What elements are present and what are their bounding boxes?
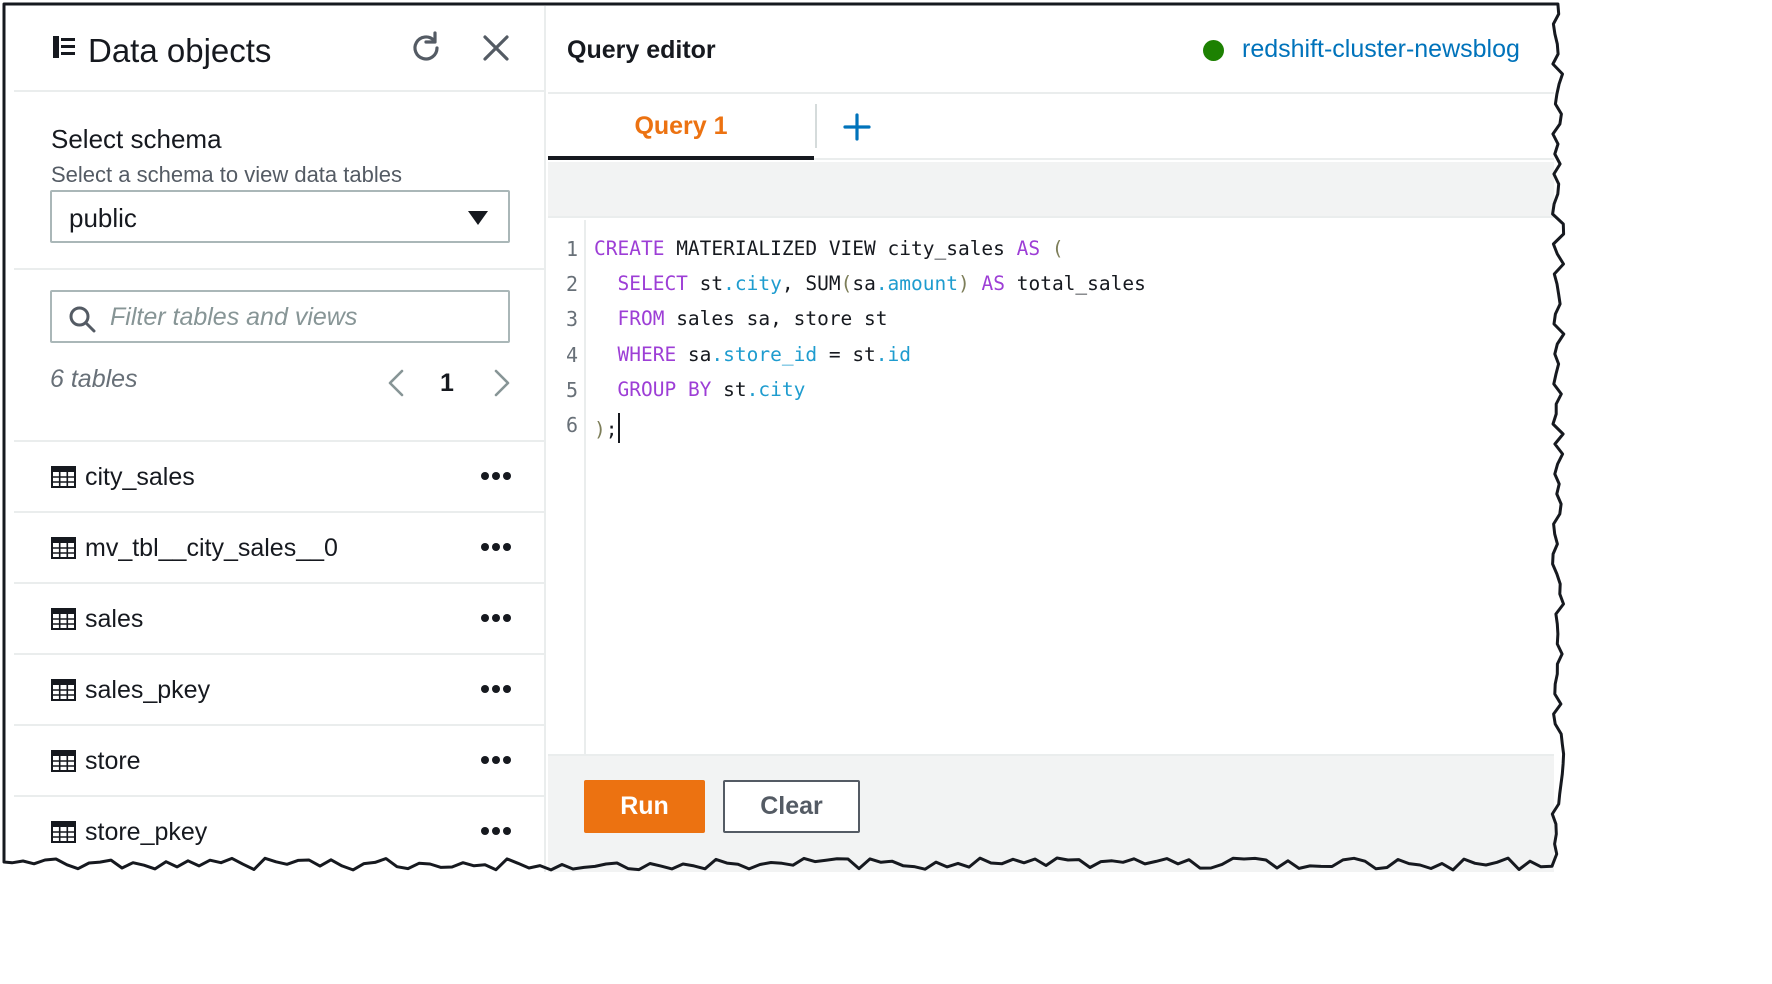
caret-down-icon: [468, 211, 488, 225]
more-actions-icon[interactable]: [480, 612, 512, 624]
query-editor-title: Query editor: [567, 36, 716, 64]
cluster-status-dot: [1203, 40, 1224, 61]
code-line: GROUP BY st.city: [617, 378, 806, 401]
code-line: CREATE MATERIALIZED VIEW city_sales AS (: [594, 237, 1064, 260]
editor-toolbar-strip: [548, 162, 1554, 218]
table-name: store_pkey: [85, 818, 208, 846]
code-line: SELECT st.city, SUM(sa.amount) AS total_…: [617, 272, 1146, 295]
table-icon: [51, 679, 76, 701]
table-row[interactable]: store_pkey: [14, 795, 544, 866]
filter-search-box: [50, 290, 510, 343]
data-objects-panel: Data objects Select schema Select a sche…: [14, 6, 546, 970]
table-icon: [51, 608, 76, 630]
table-name: sales: [85, 605, 144, 633]
schema-selected-value: public: [69, 203, 137, 233]
data-objects-icon: [53, 36, 75, 58]
tab-divider: [815, 104, 817, 148]
line-number-gutter: 1 2 3 4 5 6: [548, 220, 586, 754]
line-number: 5: [565, 378, 578, 402]
table-row[interactable]: store: [14, 724, 544, 795]
run-button[interactable]: Run: [584, 780, 705, 833]
filter-tables-input[interactable]: [110, 300, 500, 334]
clear-button[interactable]: Clear: [723, 780, 860, 833]
screenshot-frame: Data objects Select schema Select a sche…: [0, 0, 1772, 984]
line-number: 2: [565, 272, 578, 296]
editor-actions-bar: Run Clear: [548, 754, 1554, 970]
data-objects-header: Data objects: [14, 6, 544, 92]
refresh-icon[interactable]: [406, 28, 446, 68]
line-number: 3: [565, 307, 578, 331]
table-row[interactable]: mv_tbl__city_sales__0: [14, 511, 544, 582]
add-query-tab-icon[interactable]: [842, 112, 872, 142]
data-objects-title: Data objects: [88, 32, 272, 69]
table-row[interactable]: city_sales: [14, 440, 544, 511]
table-name: sales_pkey: [85, 676, 211, 704]
tab-label: Query 1: [634, 112, 728, 140]
table-name: city_sales: [85, 463, 195, 491]
more-actions-icon[interactable]: [480, 541, 512, 553]
table-name: store: [85, 747, 141, 775]
line-number: 4: [565, 343, 578, 367]
schema-select[interactable]: public: [50, 190, 510, 243]
query-tabs-bar: Query 1: [548, 92, 1554, 160]
table-row[interactable]: sales_pkey: [14, 653, 544, 724]
table-row[interactable]: sales: [14, 582, 544, 653]
close-icon[interactable]: [476, 28, 516, 68]
code-line: WHERE sa.store_id = st.id: [617, 343, 912, 366]
schema-label: Select schema: [51, 124, 222, 154]
table-icon: [51, 821, 76, 843]
more-actions-icon[interactable]: [480, 754, 512, 766]
tab-query-1[interactable]: Query 1: [548, 94, 814, 160]
chevron-left-icon[interactable]: [384, 368, 408, 398]
sql-editor[interactable]: 1 2 3 4 5 6 CREATE MATERIALIZED VIEW cit…: [548, 220, 1554, 754]
table-name: mv_tbl__city_sales__0: [85, 534, 338, 562]
code-line: );: [594, 413, 620, 443]
schema-description: Select a schema to view data tables: [51, 162, 402, 187]
line-number: 1: [565, 237, 578, 261]
cluster-name-link[interactable]: redshift-cluster-newsblog: [1242, 35, 1520, 64]
table-count: 6 tables: [50, 365, 138, 393]
pager-current-page[interactable]: 1: [440, 369, 454, 398]
line-number: 6: [565, 413, 578, 437]
code-line: FROM sales sa, store st: [617, 307, 888, 330]
more-actions-icon[interactable]: [480, 470, 512, 482]
tables-list: city_sales mv_tbl__city_sales__0 sales s…: [14, 440, 544, 866]
table-icon: [51, 750, 76, 772]
schema-section: Select schema Select a schema to view da…: [14, 94, 544, 270]
search-icon: [69, 306, 96, 333]
table-icon: [51, 537, 76, 559]
table-icon: [51, 466, 76, 488]
more-actions-icon[interactable]: [480, 825, 512, 837]
chevron-right-icon[interactable]: [490, 368, 514, 398]
more-actions-icon[interactable]: [480, 683, 512, 695]
query-editor-panel: Query editor redshift-cluster-newsblog Q…: [548, 6, 1554, 970]
